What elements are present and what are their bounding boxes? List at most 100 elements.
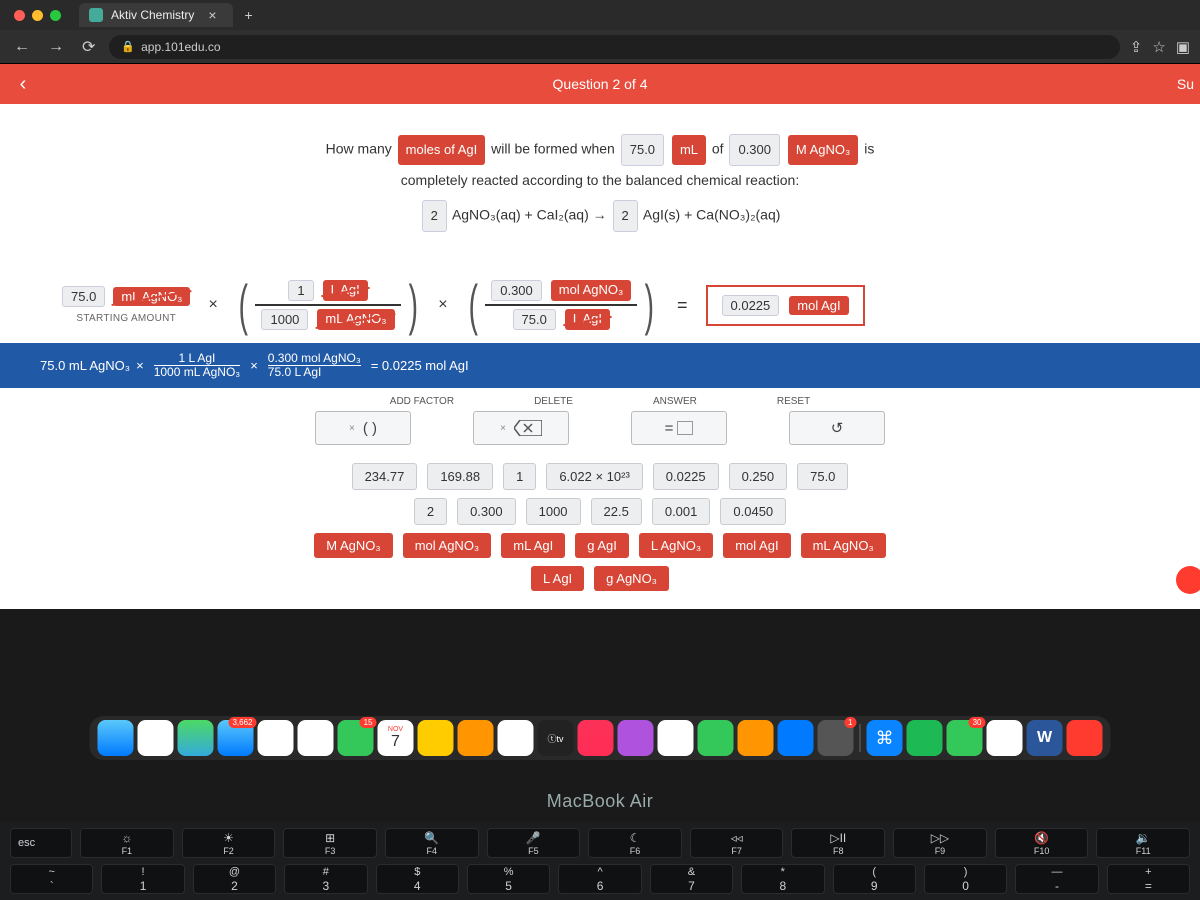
word-icon[interactable]: W	[1027, 720, 1063, 756]
numeric-factor-chip[interactable]: 0.0225	[653, 463, 719, 490]
add-factor-button[interactable]: × ( )	[315, 411, 411, 445]
notes-icon[interactable]	[498, 720, 534, 756]
nav-forward-button[interactable]: →	[44, 36, 68, 58]
appstore-icon[interactable]	[778, 720, 814, 756]
function-key[interactable]: ☼F1	[80, 828, 174, 858]
question-back-button[interactable]: ‹	[0, 73, 46, 96]
new-tab-button[interactable]: +	[239, 7, 259, 23]
number-key[interactable]: ^6	[558, 864, 641, 894]
bookmark-icon[interactable]: ☆	[1152, 38, 1165, 56]
conversion-factor-1[interactable]: ( 1 L AgI 1000 mL AgNO₃ )	[234, 277, 422, 333]
function-key[interactable]: ☾F6	[588, 828, 682, 858]
factor-den-unit[interactable]: L AgI	[565, 309, 610, 330]
number-key[interactable]: —-	[1015, 864, 1098, 894]
function-key[interactable]: ⊞F3	[283, 828, 377, 858]
answer-unit-chip[interactable]: mol AgI	[789, 296, 848, 315]
unit-factor-chip[interactable]: mL AgI	[501, 533, 565, 558]
reminders-icon[interactable]	[458, 720, 494, 756]
numeric-factor-chip[interactable]: 0.250	[729, 463, 788, 490]
factor-den-value[interactable]: 75.0	[513, 309, 556, 330]
number-key[interactable]: *8	[741, 864, 824, 894]
tv-icon[interactable]: ⓣtv	[538, 720, 574, 756]
browser-tab[interactable]: Aktiv Chemistry ×	[79, 3, 233, 27]
safari-icon[interactable]	[258, 720, 294, 756]
launchpad-icon[interactable]	[138, 720, 174, 756]
function-key[interactable]: 🔇F10	[995, 828, 1089, 858]
screentime-icon[interactable]	[658, 720, 694, 756]
esc-key[interactable]: esc	[10, 828, 72, 858]
numeric-factor-chip[interactable]: 22.5	[591, 498, 642, 525]
number-key[interactable]: %5	[467, 864, 550, 894]
unit-factor-chip[interactable]: mol AgI	[723, 533, 790, 558]
unit-factor-chip[interactable]: L AgI	[531, 566, 584, 591]
numeric-factor-chip[interactable]: 1	[503, 463, 536, 490]
function-key[interactable]: 🎤F5	[487, 828, 581, 858]
maximize-window-icon[interactable]	[50, 10, 61, 21]
numeric-factor-chip[interactable]: 0.001	[652, 498, 711, 525]
submit-button[interactable]: Su	[1171, 76, 1200, 92]
numeric-factor-chip[interactable]: 234.77	[352, 463, 418, 490]
finder-icon[interactable]	[98, 720, 134, 756]
numeric-factor-chip[interactable]: 169.88	[427, 463, 493, 490]
function-key[interactable]: 🔍F4	[385, 828, 479, 858]
tabs-overview-icon[interactable]: ▣	[1176, 38, 1190, 56]
chrome-icon[interactable]	[987, 720, 1023, 756]
podcasts-icon[interactable]	[618, 720, 654, 756]
number-key[interactable]: (9	[833, 864, 916, 894]
minimize-window-icon[interactable]	[32, 10, 43, 21]
factor-den-value[interactable]: 1000	[261, 309, 308, 330]
numeric-factor-chip[interactable]: 6.022 × 10²³	[546, 463, 642, 490]
unit-factor-chip[interactable]: g AgI	[575, 533, 629, 558]
number-key[interactable]: )0	[924, 864, 1007, 894]
function-key[interactable]: ▷▷F9	[893, 828, 987, 858]
numeric-factor-chip[interactable]: 0.0450	[720, 498, 786, 525]
function-key[interactable]: ▷IIF8	[791, 828, 885, 858]
delete-button[interactable]: ×	[473, 411, 569, 445]
pages-icon[interactable]	[738, 720, 774, 756]
mail-icon[interactable]: 3,662	[218, 720, 254, 756]
unit-factor-chip[interactable]: g AgNO₃	[594, 566, 669, 591]
spotify-icon[interactable]	[907, 720, 943, 756]
nav-reload-button[interactable]: ⟳	[78, 35, 99, 59]
unit-factor-chip[interactable]: M AgNO₃	[314, 533, 392, 558]
numeric-factor-chip[interactable]: 75.0	[797, 463, 848, 490]
bluetooth-icon[interactable]: ⌘	[867, 720, 903, 756]
factor-num-value[interactable]: 0.300	[491, 280, 542, 301]
numeric-factor-chip[interactable]: 2	[414, 498, 447, 525]
nav-back-button[interactable]: ←	[10, 36, 34, 58]
numbers-icon[interactable]	[698, 720, 734, 756]
imessage-icon[interactable]: 30	[947, 720, 983, 756]
close-tab-icon[interactable]: ×	[202, 7, 222, 23]
answer-value-chip[interactable]: 0.0225	[722, 295, 780, 316]
function-key[interactable]: 🔉F11	[1096, 828, 1190, 858]
settings-icon[interactable]: 1	[818, 720, 854, 756]
number-key[interactable]: !1	[101, 864, 184, 894]
factor-den-unit[interactable]: mL AgNO₃	[317, 309, 394, 330]
numeric-factor-chip[interactable]: 1000	[526, 498, 581, 525]
number-key[interactable]: &7	[650, 864, 733, 894]
photos-icon[interactable]	[298, 720, 334, 756]
backtick-key[interactable]: ~`	[10, 864, 93, 894]
conversion-factor-2[interactable]: ( 0.300 mol AgNO₃ 75.0 L AgI )	[464, 277, 659, 333]
number-key[interactable]: $4	[376, 864, 459, 894]
factor-num-unit[interactable]: L AgI	[323, 280, 368, 301]
number-key[interactable]: @2	[193, 864, 276, 894]
close-window-icon[interactable]	[14, 10, 25, 21]
function-key[interactable]: ◃◃F7	[690, 828, 784, 858]
acrobat-icon[interactable]	[1067, 720, 1103, 756]
calendar-icon[interactable]: NOV 7	[378, 720, 414, 756]
unit-factor-chip[interactable]: mol AgNO₃	[403, 533, 492, 558]
help-fab-button[interactable]	[1176, 566, 1200, 594]
reset-button[interactable]: ↺	[789, 411, 885, 445]
start-unit-chip[interactable]: mL AgNO₃	[113, 287, 190, 306]
unit-factor-chip[interactable]: mL AgNO₃	[801, 533, 886, 558]
start-value-chip[interactable]: 75.0	[62, 286, 105, 307]
unit-factor-chip[interactable]: L AgNO₃	[639, 533, 713, 558]
factor-num-unit[interactable]: mol AgNO₃	[551, 280, 632, 301]
numeric-factor-chip[interactable]: 0.300	[457, 498, 516, 525]
number-key[interactable]: #3	[284, 864, 367, 894]
messages-icon[interactable]	[178, 720, 214, 756]
contacts-icon[interactable]	[418, 720, 454, 756]
music-icon[interactable]	[578, 720, 614, 756]
factor-num-value[interactable]: 1	[288, 280, 313, 301]
